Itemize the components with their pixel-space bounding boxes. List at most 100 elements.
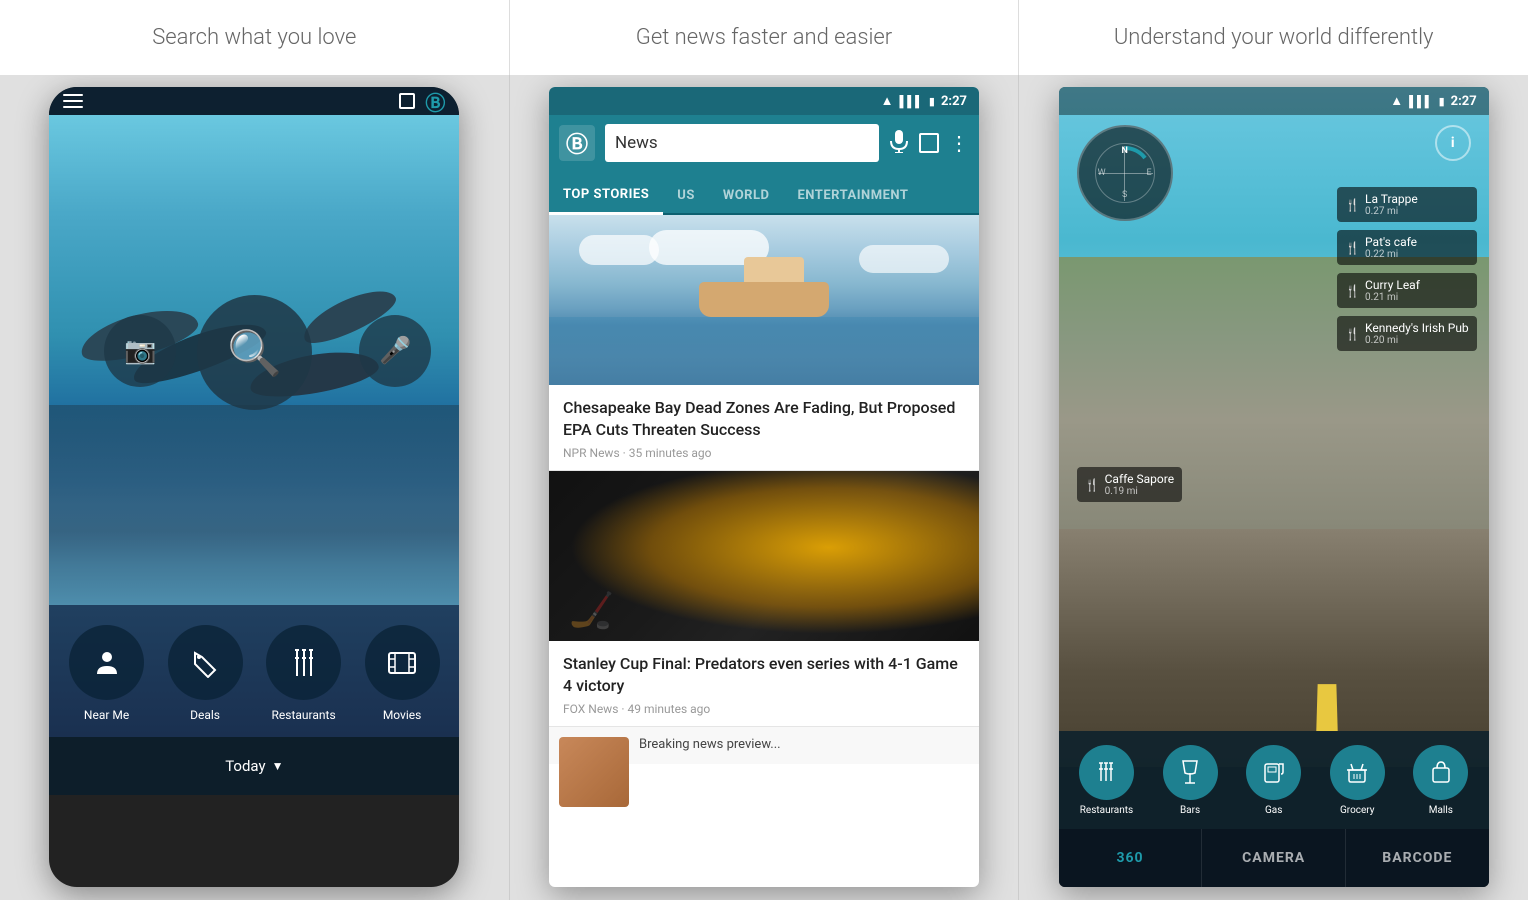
hockey-icon: 🏒 [569, 589, 614, 631]
s2-time: 2:27 [941, 94, 967, 109]
phone2-frame: ▲ ▌▌▌ ▮ 2:27 Ⓑ News [549, 87, 979, 887]
deals-label: Deals [190, 708, 220, 722]
poi-caffe-sapore-text: Caffe Sapore 0.19 mi [1105, 472, 1174, 497]
water-reflection [49, 405, 459, 605]
near-me-circle[interactable] [69, 625, 144, 700]
tab-360[interactable]: 360 [1059, 829, 1202, 887]
restaurants-circle[interactable] [266, 625, 341, 700]
s3-restaurants-circle[interactable] [1079, 745, 1134, 800]
s2-more-icon[interactable]: ⋮ [949, 131, 969, 155]
poi-caffe-sapore-name: Caffe Sapore [1105, 472, 1174, 486]
film-icon [387, 650, 417, 676]
top-headers: Search what you love Get news faster and… [0, 0, 1528, 75]
s3-nav-bars[interactable]: Bars [1163, 745, 1218, 816]
s3-bottom-nav: Restaurants Bars [1059, 731, 1489, 829]
s3-gas-circle[interactable] [1246, 745, 1301, 800]
s3-malls-circle[interactable] [1413, 745, 1468, 800]
screen2-section: ▲ ▌▌▌ ▮ 2:27 Ⓑ News [509, 75, 1019, 900]
poi-curry-leaf-text: Curry Leaf 0.21 mi [1365, 278, 1420, 303]
info-button[interactable]: i [1435, 125, 1471, 161]
s3-restaurants-label: Restaurants [1080, 805, 1133, 816]
poi-caffe-sapore: 🍴 Caffe Sapore 0.19 mi [1077, 467, 1182, 502]
poi-pats-cafe-text: Pat's cafe 0.22 mi [1365, 235, 1417, 260]
news-meta-2: FOX News · 49 minutes ago [563, 702, 965, 716]
poi-kennedys-name: Kennedy's Irish Pub [1365, 321, 1469, 335]
camera-button[interactable]: 📷 [104, 315, 176, 387]
nav-movies[interactable]: Movies [365, 625, 440, 722]
movies-circle[interactable] [365, 625, 440, 700]
info-icon: i [1451, 135, 1455, 151]
tab-top-stories[interactable]: TOP STORIES [549, 177, 663, 215]
road-line1 [1316, 684, 1337, 731]
s2-tabs: TOP STORIES US WORLD ENTERTAINMENT [549, 171, 979, 215]
s1-bg-area: 📷 🔍 🎤 [49, 115, 459, 605]
s3-grocery-circle[interactable] [1330, 745, 1385, 800]
poi-kennedys: 🍴 Kennedy's Irish Pub 0.20 mi [1337, 316, 1477, 351]
news-img-1 [549, 215, 979, 385]
s2-search-bar[interactable]: News [605, 124, 879, 162]
news-card-1[interactable]: Chesapeake Bay Dead Zones Are Fading, Bu… [549, 215, 979, 471]
s3-nav-grocery[interactable]: Grocery [1330, 745, 1385, 816]
tab-entertainment[interactable]: ENTERTAINMENT [783, 178, 922, 213]
s3-bars-label: Bars [1180, 805, 1200, 816]
boat-hull [699, 282, 829, 317]
s2-mic-icon [889, 129, 909, 153]
s3-nav-malls[interactable]: Malls [1413, 745, 1468, 816]
tagline-1: Search what you love [152, 25, 356, 50]
near-me-label: Near Me [84, 708, 129, 722]
tab-barcode-label: BARCODE [1382, 850, 1452, 866]
s2-battery-icon: ▮ [929, 95, 935, 108]
tab-world[interactable]: WORLD [709, 178, 784, 213]
bing-logo-s2: Ⓑ [559, 125, 595, 161]
s3-gas-icon [1263, 760, 1285, 784]
phones-row: Ⓑ 📷 [0, 75, 1528, 900]
s3-bars-circle[interactable] [1163, 745, 1218, 800]
poi-la-trappe: 🍴 La Trappe 0.27 mi [1337, 187, 1477, 222]
compass-w: W [1098, 168, 1106, 178]
compass-inner: N S E W [1095, 143, 1155, 203]
s2-status-bar: ▲ ▌▌▌ ▮ 2:27 [549, 87, 979, 115]
news-text-1: Chesapeake Bay Dead Zones Are Fading, Bu… [549, 385, 979, 470]
s2-mic-btn[interactable] [889, 129, 909, 157]
header-section-2: Get news faster and easier [509, 0, 1019, 75]
screen1-section: Ⓑ 📷 [0, 75, 509, 900]
nav-deals[interactable]: Deals [168, 625, 243, 722]
s3-malls-label: Malls [1429, 805, 1453, 816]
search-button[interactable]: 🔍 [197, 295, 312, 410]
s3-fork-icon [1095, 761, 1117, 783]
s2-wifi-icon: ▲ [881, 93, 894, 109]
nav-restaurants[interactable]: Restaurants [266, 625, 341, 722]
tag-icon [190, 648, 220, 678]
news-card-2[interactable]: 🏒 Stanley Cup Final: Predators even seri… [549, 471, 979, 727]
s3-bag-icon [1429, 760, 1453, 784]
s3-bar-icon [1179, 759, 1201, 785]
compass-n: N [1121, 146, 1127, 156]
tab-camera[interactable]: CAMERA [1201, 829, 1346, 887]
poi-fork-icon-1: 🍴 [1345, 198, 1360, 212]
s1-bing-logo: Ⓑ [425, 87, 445, 116]
s3-bottom-tabs: 360 CAMERA BARCODE [1059, 829, 1489, 887]
s3-nav-restaurants[interactable]: Restaurants [1079, 745, 1134, 816]
s3-nav-gas[interactable]: Gas [1246, 745, 1301, 816]
tab-barcode[interactable]: BARCODE [1346, 829, 1489, 887]
s3-wifi-icon: ▲ [1390, 93, 1403, 109]
water [549, 317, 979, 385]
tab-us[interactable]: US [663, 178, 709, 213]
s1-square-icon [399, 93, 415, 109]
deals-circle[interactable] [168, 625, 243, 700]
s2-square-icon[interactable] [919, 133, 939, 153]
today-bar[interactable]: Today ▼ [49, 737, 459, 795]
poi-la-trappe-name: La Trappe [1365, 192, 1418, 206]
s1-menu-icon[interactable] [63, 94, 83, 108]
boat-cabin [744, 257, 804, 282]
chevron-down-icon: ▼ [272, 759, 284, 773]
poi-la-trappe-dist: 0.27 mi [1365, 206, 1418, 217]
cloud1 [579, 235, 659, 265]
news-3-text: Breaking news preview... [639, 737, 969, 754]
mic-button[interactable]: 🎤 [359, 315, 431, 387]
restaurants-label: Restaurants [272, 708, 336, 722]
nav-near-me[interactable]: Near Me [69, 625, 144, 722]
news-3-preview: Breaking news preview... [639, 737, 969, 754]
s2-search-text: News [615, 133, 658, 153]
poi-pats-cafe-name: Pat's cafe [1365, 235, 1417, 249]
